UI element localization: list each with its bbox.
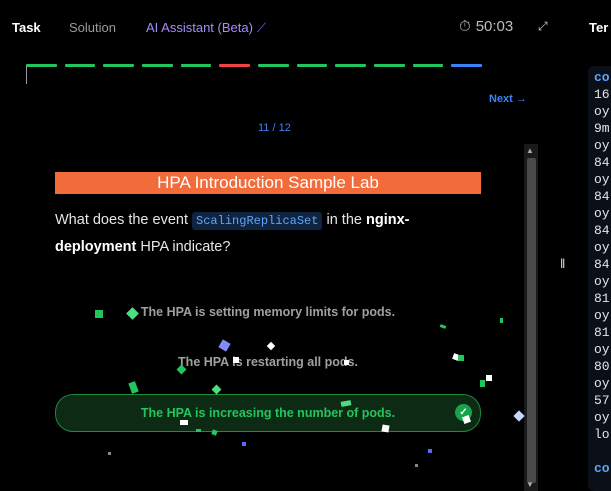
terminal-line: oy	[594, 308, 610, 323]
question-counter: 11 / 12	[258, 122, 291, 134]
terminal-line: 84	[594, 223, 610, 238]
confetti-piece	[211, 429, 218, 436]
terminal-line: oy	[594, 138, 610, 153]
terminal-line: oy	[594, 104, 610, 119]
terminal-line: oy	[594, 206, 610, 221]
terminal-line: oy	[594, 376, 610, 391]
timer-icon: ⏱	[459, 18, 471, 35]
progress-segment[interactable]	[64, 64, 96, 67]
confetti-piece	[480, 380, 485, 387]
timer: ⏱ 50:03	[459, 18, 513, 35]
lab-title: HPA Introduction Sample Lab	[55, 172, 481, 194]
top-tab-bar: Task Solution AI Assistant (Beta) ⟋ ⏱ 50:0…	[0, 0, 608, 56]
progress-segment[interactable]	[374, 64, 405, 67]
tab-ai-assistant[interactable]: AI Assistant (Beta) ⟋	[146, 20, 266, 36]
magic-wand-icon: ⟋	[256, 20, 267, 35]
terminal-line: 9m	[594, 121, 610, 136]
answer-option[interactable]: The HPA is setting memory limits for pod…	[55, 294, 481, 330]
confetti-piece	[128, 381, 139, 394]
next-label: Next	[489, 93, 513, 105]
question-mid: in the	[326, 212, 362, 228]
terminal-line: oy	[594, 240, 610, 255]
terminal-line: lo	[594, 427, 610, 442]
event-code: ScalingReplicaSet	[192, 212, 323, 230]
question-progress-bar	[26, 64, 483, 68]
confetti-piece	[428, 449, 432, 453]
arrow-right-icon: →	[515, 93, 527, 105]
confetti-piece	[381, 424, 390, 433]
question-suffix: HPA indicate?	[140, 239, 231, 255]
confetti-piece	[415, 464, 418, 467]
progress-segment[interactable]	[103, 64, 135, 67]
scroll-up-arrow-icon[interactable]: ▲	[526, 146, 534, 155]
progress-segment[interactable]	[180, 64, 212, 67]
confetti-piece	[344, 360, 349, 365]
tab-task[interactable]: Task	[12, 20, 41, 35]
confetti-piece	[486, 375, 492, 381]
resize-handle-icon[interactable]: ‖	[560, 256, 565, 271]
progress-segment[interactable]	[451, 64, 483, 67]
confetti-piece	[513, 410, 525, 422]
question-text: What does the event ScalingReplicaSet in…	[55, 207, 475, 260]
confetti-piece	[108, 452, 111, 455]
progress-segment[interactable]	[142, 64, 173, 67]
answer-option[interactable]: The HPA is restarting all pods.	[55, 344, 481, 380]
progress-segment[interactable]	[219, 64, 251, 67]
question-prefix: What does the event	[55, 212, 188, 228]
terminal-line: 84	[594, 155, 610, 170]
terminal-line: oy	[594, 410, 610, 425]
terminal-line: co	[594, 461, 610, 476]
progress-segment[interactable]	[258, 64, 289, 67]
terminal-line: 57	[594, 393, 610, 408]
terminal-line: 81	[594, 325, 610, 340]
terminal-line: 81	[594, 291, 610, 306]
tab-solution[interactable]: Solution	[69, 20, 116, 35]
next-button[interactable]: Next →	[489, 93, 527, 105]
terminal-line: 16	[594, 87, 610, 102]
confetti-piece	[95, 310, 103, 318]
confetti-piece	[180, 420, 188, 425]
terminal-line: oy	[594, 342, 610, 357]
tab-terminal[interactable]: Ter	[589, 20, 608, 35]
progress-segment[interactable]	[296, 64, 328, 67]
timer-value: 50:03	[475, 18, 514, 35]
confetti-piece	[211, 384, 222, 395]
confetti-piece	[242, 442, 246, 446]
terminal-line: oy	[594, 274, 610, 289]
terminal-line: co	[594, 70, 610, 85]
scroll-down-arrow-icon[interactable]: ▼	[526, 480, 534, 489]
progress-segment[interactable]	[335, 64, 367, 67]
terminal-line: 80	[594, 359, 610, 374]
text-cursor	[26, 66, 27, 84]
confetti-piece	[500, 318, 503, 323]
confetti-piece	[196, 429, 201, 432]
terminal-line: 84	[594, 189, 610, 204]
expand-icon[interactable]: ⤢	[538, 19, 548, 34]
answer-option-selected[interactable]: The HPA is increasing the number of pods…	[55, 394, 481, 432]
terminal-line: 84	[594, 257, 610, 272]
answer-option-label: The HPA is increasing the number of pods…	[140, 406, 396, 420]
terminal-line: oy	[594, 172, 610, 187]
scrollbar-thumb[interactable]	[527, 158, 536, 483]
tab-ai-assistant-label: AI Assistant (Beta)	[146, 20, 253, 35]
progress-segment[interactable]	[26, 64, 57, 67]
confetti-piece	[233, 357, 239, 363]
confetti-piece	[458, 355, 464, 361]
progress-segment[interactable]	[412, 64, 444, 67]
